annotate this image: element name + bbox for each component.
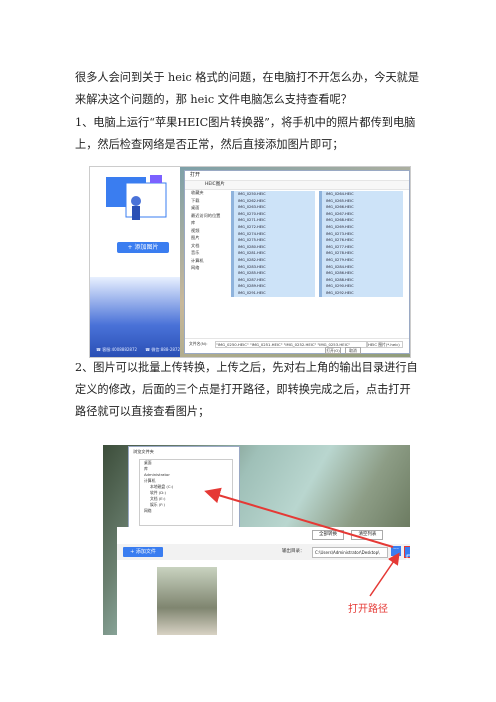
filename-label: 文件名(N): bbox=[189, 341, 208, 346]
cancel-button[interactable]: 取消 bbox=[345, 347, 361, 354]
open-folder-button[interactable] bbox=[404, 546, 410, 561]
tree-item[interactable]: 最近访问的位置 bbox=[185, 212, 229, 220]
file-item[interactable]: IMG_0264.HEIC bbox=[319, 191, 403, 198]
file-item[interactable]: IMG_0286.HEIC bbox=[319, 270, 403, 277]
tree-item[interactable]: 下载 bbox=[185, 197, 229, 205]
dialog-footer: 文件名(N): "IMG_0250.HEIC" "IMG_0251.HEIC" … bbox=[185, 338, 409, 354]
file-item[interactable]: IMG_0270.HEIC bbox=[231, 210, 315, 218]
convert-all-button[interactable]: 全部转换 bbox=[312, 530, 344, 540]
file-item[interactable]: IMG_0263.HEIC bbox=[231, 204, 315, 211]
mountain-background: ☎ 客服:4008882872 ☎ 微信:888-2872 bbox=[90, 277, 180, 357]
folder-tree: 桌面 库 Administrator 计算机 本地磁盘 (C:) 软件 (D:)… bbox=[139, 459, 233, 526]
file-item[interactable]: IMG_0287.HEIC bbox=[231, 276, 315, 284]
top-buttons: 全部转换 清空列表 bbox=[312, 530, 389, 540]
open-button[interactable]: 打开(O) bbox=[325, 347, 341, 354]
folder-icon bbox=[406, 554, 410, 561]
step2-paragraph: 2、图片可以批量上传转换，上传之后，先对右上角的输出目录进行自定义的修改，后面的… bbox=[75, 361, 418, 418]
intro-paragraph: 很多人会问到关于 heic 格式的问题，在电脑打不开怎么办，今天就是来解决这个问… bbox=[75, 71, 420, 106]
image-thumbnail bbox=[157, 567, 217, 635]
file-item[interactable]: IMG_0283.HEIC bbox=[231, 263, 315, 271]
file-item[interactable]: IMG_0276.HEIC bbox=[319, 237, 403, 244]
tree-item[interactable]: 网络 bbox=[140, 508, 232, 514]
add-file-button[interactable]: + 添加文件 bbox=[123, 547, 163, 557]
file-item[interactable]: IMG_0274.HEIC bbox=[231, 230, 315, 238]
step1-paragraph: 1、电脑上运行“苹果HEIC图片转换器”，将手机中的照片都传到电脑上，然后检查网… bbox=[75, 116, 416, 151]
file-item[interactable]: IMG_0291.HEIC bbox=[231, 289, 315, 297]
folder-tree: 收藏夹 下载 桌面 最近访问的位置 库 视频 图片 文档 音乐 计算机 网络 bbox=[185, 189, 229, 339]
wechat-contact: ☎ 微信:888-2872 bbox=[145, 347, 180, 352]
file-item[interactable]: IMG_0272.HEIC bbox=[231, 223, 315, 231]
file-item[interactable]: IMG_0284.HEIC bbox=[319, 263, 403, 271]
file-item[interactable]: IMG_0278.HEIC bbox=[319, 250, 403, 257]
status-bar: ☎ 客服:4008882872 ☎ 微信:888-2872 bbox=[96, 347, 180, 353]
file-item[interactable]: IMG_0282.HEIC bbox=[231, 256, 315, 264]
screenshot-add-images: + 添加图片 ☎ 客服:4008882872 ☎ 微信:888-2872 打开 … bbox=[89, 166, 411, 358]
tree-item[interactable]: 库 bbox=[185, 219, 229, 227]
dialog-title: 浏览文件夹 bbox=[133, 449, 154, 454]
tree-item[interactable]: 视频 bbox=[185, 227, 229, 235]
output-label: 输出目录： bbox=[282, 549, 305, 554]
file-item[interactable]: IMG_0275.HEIC bbox=[231, 237, 315, 244]
file-item[interactable]: IMG_0279.HEIC bbox=[319, 256, 403, 264]
file-item[interactable]: IMG_0277.HEIC bbox=[319, 243, 403, 251]
add-image-button[interactable]: + 添加图片 bbox=[117, 242, 169, 253]
file-item[interactable]: IMG_0266.HEIC bbox=[319, 204, 403, 211]
file-item[interactable]: IMG_0265.HEIC bbox=[319, 197, 403, 205]
file-item[interactable]: IMG_0268.HEIC bbox=[319, 217, 403, 224]
browse-button[interactable]: ··· bbox=[391, 546, 401, 556]
file-item[interactable]: IMG_0288.HEIC bbox=[319, 276, 403, 284]
file-item[interactable]: IMG_0285.HEIC bbox=[231, 270, 315, 277]
toolbar: + 添加文件 输出目录： C:\Users\Administrator\Desk… bbox=[117, 544, 410, 561]
tree-item[interactable]: 音乐 bbox=[185, 249, 229, 257]
output-path-input[interactable]: C:\Users\Administrator\Desktop\ bbox=[312, 547, 388, 558]
file-item[interactable]: IMG_0292.HEIC bbox=[319, 289, 403, 297]
tree-item[interactable]: 桌面 bbox=[185, 204, 229, 212]
file-item[interactable]: IMG_0289.HEIC bbox=[231, 283, 315, 290]
phone-contact: ☎ 客服:4008882872 bbox=[96, 347, 138, 352]
tree-item[interactable]: 收藏夹 bbox=[185, 189, 229, 197]
tree-item[interactable]: 文档 bbox=[185, 242, 229, 250]
file-item[interactable]: IMG_0262.HEIC bbox=[231, 197, 315, 205]
clear-list-button[interactable]: 清空列表 bbox=[351, 530, 384, 540]
file-list: IMG_0250.HEIC IMG_0264.HEIC IMG_0262.HEIC I… bbox=[231, 191, 403, 339]
file-item[interactable]: IMG_0281.HEIC bbox=[231, 250, 315, 257]
filetype-select[interactable]: HEIC 图片(*.heic) bbox=[367, 341, 403, 348]
converter-panel: 全部转换 清空列表 + 添加文件 输出目录： C:\Users\Administ… bbox=[117, 527, 410, 635]
open-file-dialog: 打开 HEIC图片 收藏夹 下载 桌面 最近访问的位置 库 视频 图片 文档 音… bbox=[184, 170, 410, 354]
file-item[interactable]: IMG_0290.HEIC bbox=[319, 283, 403, 290]
file-item[interactable]: IMG_0267.HEIC bbox=[319, 210, 403, 218]
tree-item[interactable]: 计算机 bbox=[185, 257, 229, 265]
background-photo: 打开 HEIC图片 收藏夹 下载 桌面 最近访问的位置 库 视频 图片 文档 音… bbox=[180, 167, 410, 357]
illustration-icon bbox=[106, 175, 167, 220]
open-path-annotation: 打开路径 bbox=[348, 604, 388, 615]
dialog-title: 打开 bbox=[185, 171, 409, 181]
tree-item[interactable]: 网络 bbox=[185, 264, 229, 272]
file-item[interactable]: IMG_0273.HEIC bbox=[319, 230, 403, 238]
file-item[interactable]: IMG_0271.HEIC bbox=[231, 217, 315, 224]
tree-item[interactable]: 图片 bbox=[185, 234, 229, 242]
file-item[interactable]: IMG_0250.HEIC bbox=[231, 191, 315, 198]
file-item[interactable]: IMG_0280.HEIC bbox=[231, 243, 315, 251]
converter-sidebar: + 添加图片 ☎ 客服:4008882872 ☎ 微信:888-2872 bbox=[90, 167, 180, 357]
file-item[interactable]: IMG_0269.HEIC bbox=[319, 223, 403, 231]
